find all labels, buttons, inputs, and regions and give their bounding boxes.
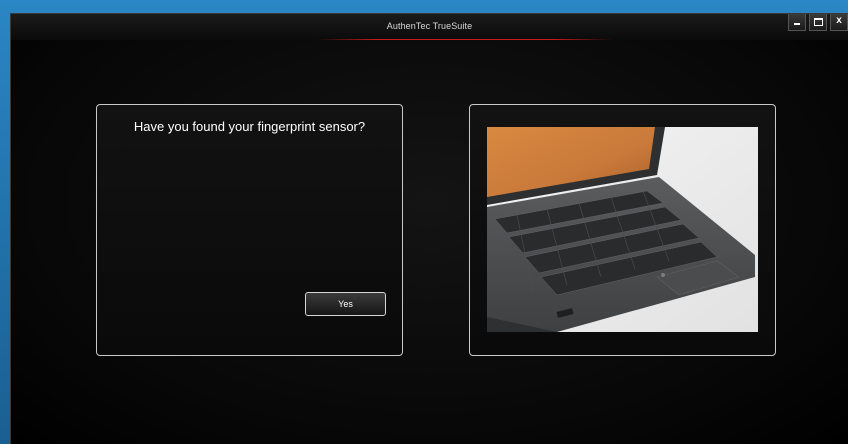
close-button[interactable]: x <box>830 14 848 31</box>
maximize-icon <box>813 18 823 26</box>
title-bar[interactable]: AuthenTec TrueSuite x <box>11 14 848 40</box>
illustration-panel <box>469 104 776 356</box>
sensor-question: Have you found your fingerprint sensor? <box>133 119 366 134</box>
window-title: AuthenTec TrueSuite <box>386 21 473 31</box>
laptop-photo <box>487 127 758 332</box>
question-panel: Have you found your fingerprint sensor? … <box>96 104 403 356</box>
minimize-icon <box>794 23 800 25</box>
maximize-button[interactable] <box>809 14 827 31</box>
yes-button[interactable]: Yes <box>305 292 386 316</box>
minimize-button[interactable] <box>788 14 806 31</box>
window-controls: x <box>785 14 848 34</box>
close-icon: x <box>836 15 842 26</box>
app-window: AuthenTec TrueSuite x Have you found you… <box>10 13 848 444</box>
main-content: Have you found your fingerprint sensor? … <box>11 40 848 444</box>
